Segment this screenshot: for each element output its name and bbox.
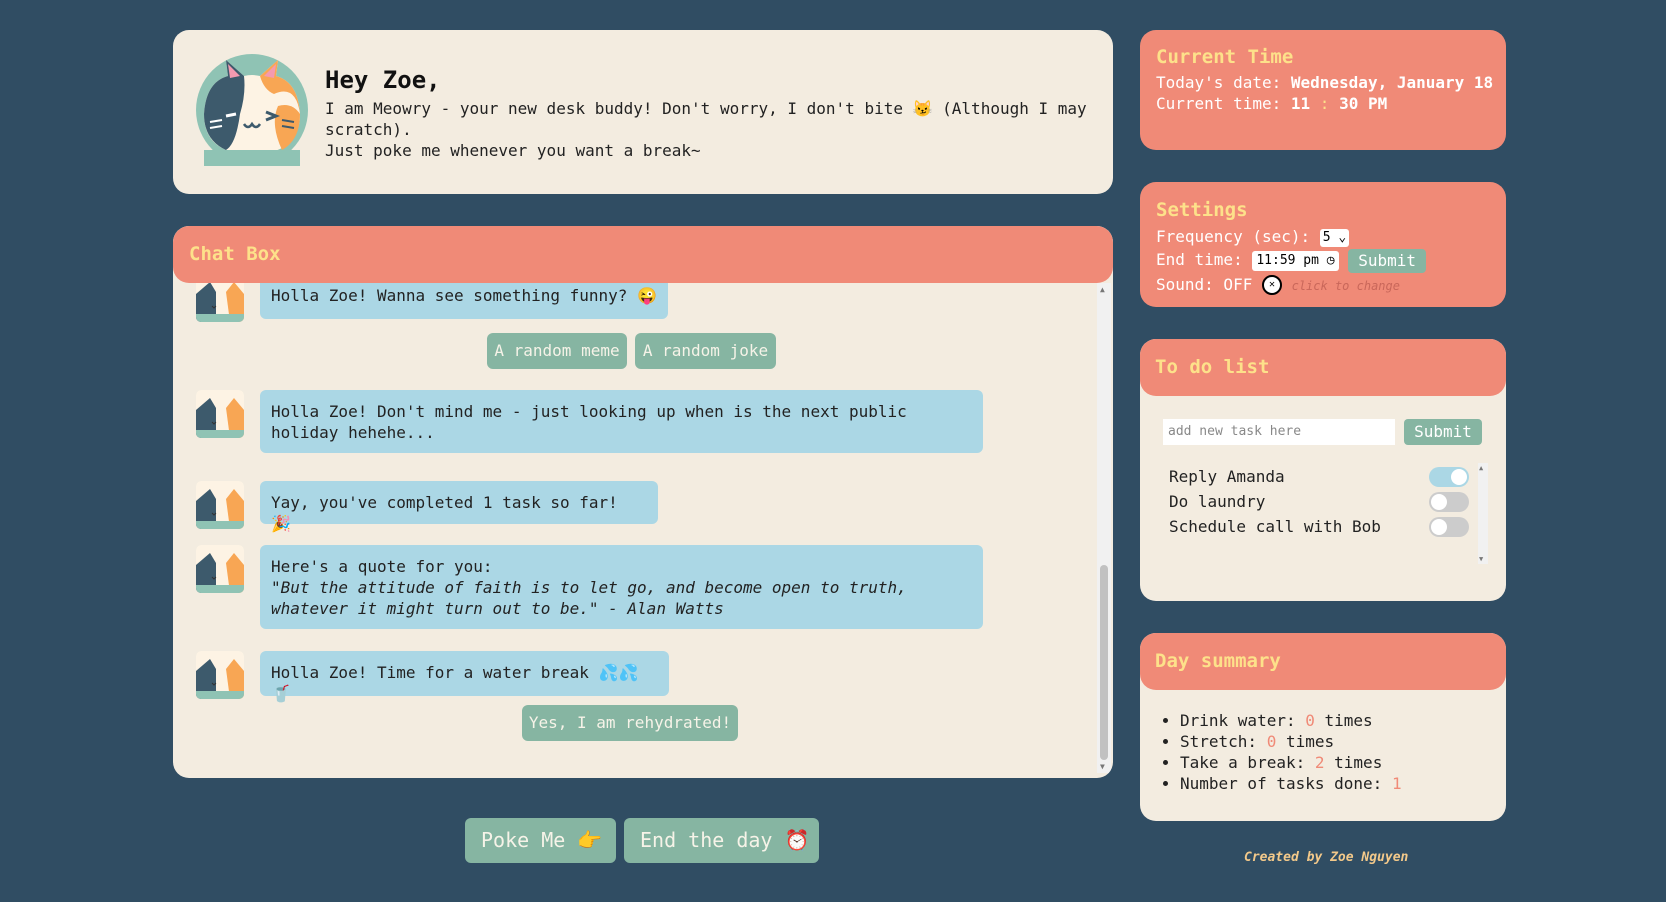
end-time-label: End time: (1156, 250, 1243, 269)
frequency-value: 5 (1322, 229, 1331, 245)
clock-icon: ◷ (1326, 252, 1335, 268)
cat-avatar (196, 545, 244, 593)
chat-box: Chat Box Holla Zoe! Wanna see something … (173, 226, 1113, 778)
summary-label: Stretch: (1180, 732, 1258, 751)
end-day-button[interactable]: End the day ⏰ (624, 818, 819, 863)
greeting-message: I am Meowry - your new desk buddy! Don't… (325, 98, 1100, 161)
minute-value: 30 PM (1339, 94, 1388, 113)
settings-body: Frequency (sec): 5 ⌄ End time: 11:59 pm … (1156, 225, 1501, 298)
task-toggle[interactable] (1429, 467, 1469, 487)
cat-avatar (196, 54, 308, 166)
scrollbar-thumb[interactable] (1100, 565, 1108, 760)
task-label: Schedule call with Bob (1169, 517, 1381, 536)
chat-messages[interactable]: Holla Zoe! Wanna see something funny? 😜 … (173, 283, 1113, 778)
scroll-down-icon[interactable]: ▼ (1479, 555, 1483, 563)
task-label: Do laundry (1169, 492, 1266, 511)
credit-text: Created by Zoe Nguyen (1244, 850, 1409, 865)
summary-count: 2 (1314, 753, 1325, 772)
sound-muted-icon[interactable]: ✕ (1261, 275, 1282, 295)
toggle-knob (1431, 494, 1447, 510)
time-row: Current time: 11 : 30 PM (1156, 93, 1496, 114)
date-row: Today's date: Wednesday, January 18 (1156, 72, 1496, 93)
end-time-input[interactable]: 11:59 pm ◷ (1252, 250, 1339, 271)
current-time-body: Today's date: Wednesday, January 18 Curr… (1156, 72, 1496, 114)
poke-me-button[interactable]: Poke Me 👉 (465, 818, 616, 863)
summary-item: Drink water: 0 times (1180, 710, 1402, 731)
chevron-down-icon: ⌄ (1338, 229, 1347, 245)
sound-hint[interactable]: click to change (1292, 279, 1400, 293)
summary-item: Take a break: 2 times (1180, 752, 1402, 773)
quote-bubble: Here's a quote for you: "But the attitud… (260, 545, 983, 629)
frequency-select[interactable]: 5 ⌄ (1319, 228, 1350, 247)
cat-avatar (196, 651, 244, 699)
sound-row: Sound: OFF ✕ click to change (1156, 273, 1501, 298)
summary-label: Number of tasks done: (1180, 774, 1383, 793)
scroll-up-icon[interactable]: ▲ (1479, 464, 1483, 472)
random-joke-button[interactable]: A random joke (635, 333, 776, 369)
current-time-title: Current Time (1156, 46, 1294, 68)
task-toggle[interactable] (1429, 492, 1469, 512)
summary-label: Drink water: (1180, 711, 1296, 730)
summary-title: Day summary (1155, 650, 1281, 672)
summary-count: 0 (1305, 711, 1315, 730)
todo-title: To do list (1155, 356, 1270, 378)
date-value: Wednesday, January 18 (1290, 73, 1494, 92)
cat-avatar (196, 390, 244, 438)
summary-list: Drink water: 0 times Stretch: 0 times Ta… (1156, 710, 1402, 794)
quote-text: "But the attitude of faith is to let go,… (271, 578, 907, 618)
new-task-input[interactable]: add new task here (1163, 419, 1395, 445)
rehydrated-button[interactable]: Yes, I am rehydrated! (522, 705, 738, 741)
day-summary-card: Day summary Drink water: 0 times Stretch… (1140, 633, 1506, 821)
greeting-title: Hey Zoe, (325, 66, 441, 94)
todo-header: To do list (1140, 339, 1506, 396)
summary-unit: times (1285, 732, 1335, 751)
frequency-row: Frequency (sec): 5 ⌄ (1156, 225, 1501, 248)
chat-title: Chat Box (189, 243, 281, 265)
summary-header: Day summary (1140, 633, 1506, 690)
scroll-down-icon[interactable]: ▼ (1100, 762, 1105, 771)
task-submit-button[interactable]: Submit (1404, 419, 1482, 445)
settings-title: Settings (1156, 199, 1248, 221)
summary-unit: times (1334, 753, 1383, 772)
toggle-knob (1451, 469, 1467, 485)
chat-bubble: Holla Zoe! Time for a water break 💦💦🥤 (260, 651, 669, 703)
frequency-label: Frequency (sec): (1156, 227, 1311, 246)
scroll-up-icon[interactable]: ▲ (1100, 285, 1105, 294)
summary-item: Stretch: 0 times (1180, 731, 1402, 752)
greeting-line-1: I am Meowry - your new desk buddy! Don't… (325, 99, 1087, 139)
chat-bubble: Yay, you've completed 1 task so far! 🎉 (260, 481, 658, 533)
cat-avatar (196, 481, 244, 529)
date-label: Today's date: (1156, 73, 1282, 92)
summary-count: 1 (1391, 774, 1402, 793)
summary-unit: times (1324, 711, 1373, 730)
summary-count: 0 (1266, 732, 1277, 751)
greeting-card: Hey Zoe, I am Meowry - your new desk bud… (173, 30, 1113, 194)
end-time-row: End time: 11:59 pm ◷ Submit (1156, 248, 1501, 273)
hour-value: 11 (1290, 94, 1311, 113)
current-time-card: Current Time Today's date: Wednesday, Ja… (1140, 30, 1506, 150)
time-separator: : (1319, 94, 1330, 113)
task-label: Reply Amanda (1169, 467, 1285, 486)
greeting-line-2: Just poke me whenever you want a break~ (325, 141, 701, 160)
task-list: Reply Amanda Do laundry Schedule call wi… (1164, 463, 1488, 568)
chat-bubble: Holla Zoe! Don't mind me - just looking … (260, 390, 983, 453)
chat-header: Chat Box (173, 226, 1113, 283)
summary-label: Take a break: (1180, 753, 1306, 772)
cat-avatar (196, 283, 244, 322)
chat-bubble: Holla Zoe! Wanna see something funny? 😜 (260, 283, 668, 319)
time-label: Current time: (1156, 94, 1282, 113)
settings-card: Settings Frequency (sec): 5 ⌄ End time: … (1140, 182, 1506, 307)
sound-label: Sound: OFF (1156, 274, 1253, 294)
random-meme-button[interactable]: A random meme (487, 333, 627, 369)
settings-submit-button[interactable]: Submit (1348, 248, 1427, 273)
toggle-knob (1431, 519, 1447, 535)
task-scrollbar[interactable]: ▲ ▼ (1478, 463, 1488, 564)
task-toggle[interactable] (1429, 517, 1469, 537)
summary-item: Number of tasks done: 1 (1180, 773, 1402, 794)
todo-card: To do list add new task here Submit Repl… (1140, 339, 1506, 601)
chat-scrollbar[interactable]: ▲ ▼ (1097, 283, 1111, 773)
quote-intro: Here's a quote for you: (271, 557, 493, 576)
end-time-value: 11:59 pm (1256, 252, 1319, 268)
